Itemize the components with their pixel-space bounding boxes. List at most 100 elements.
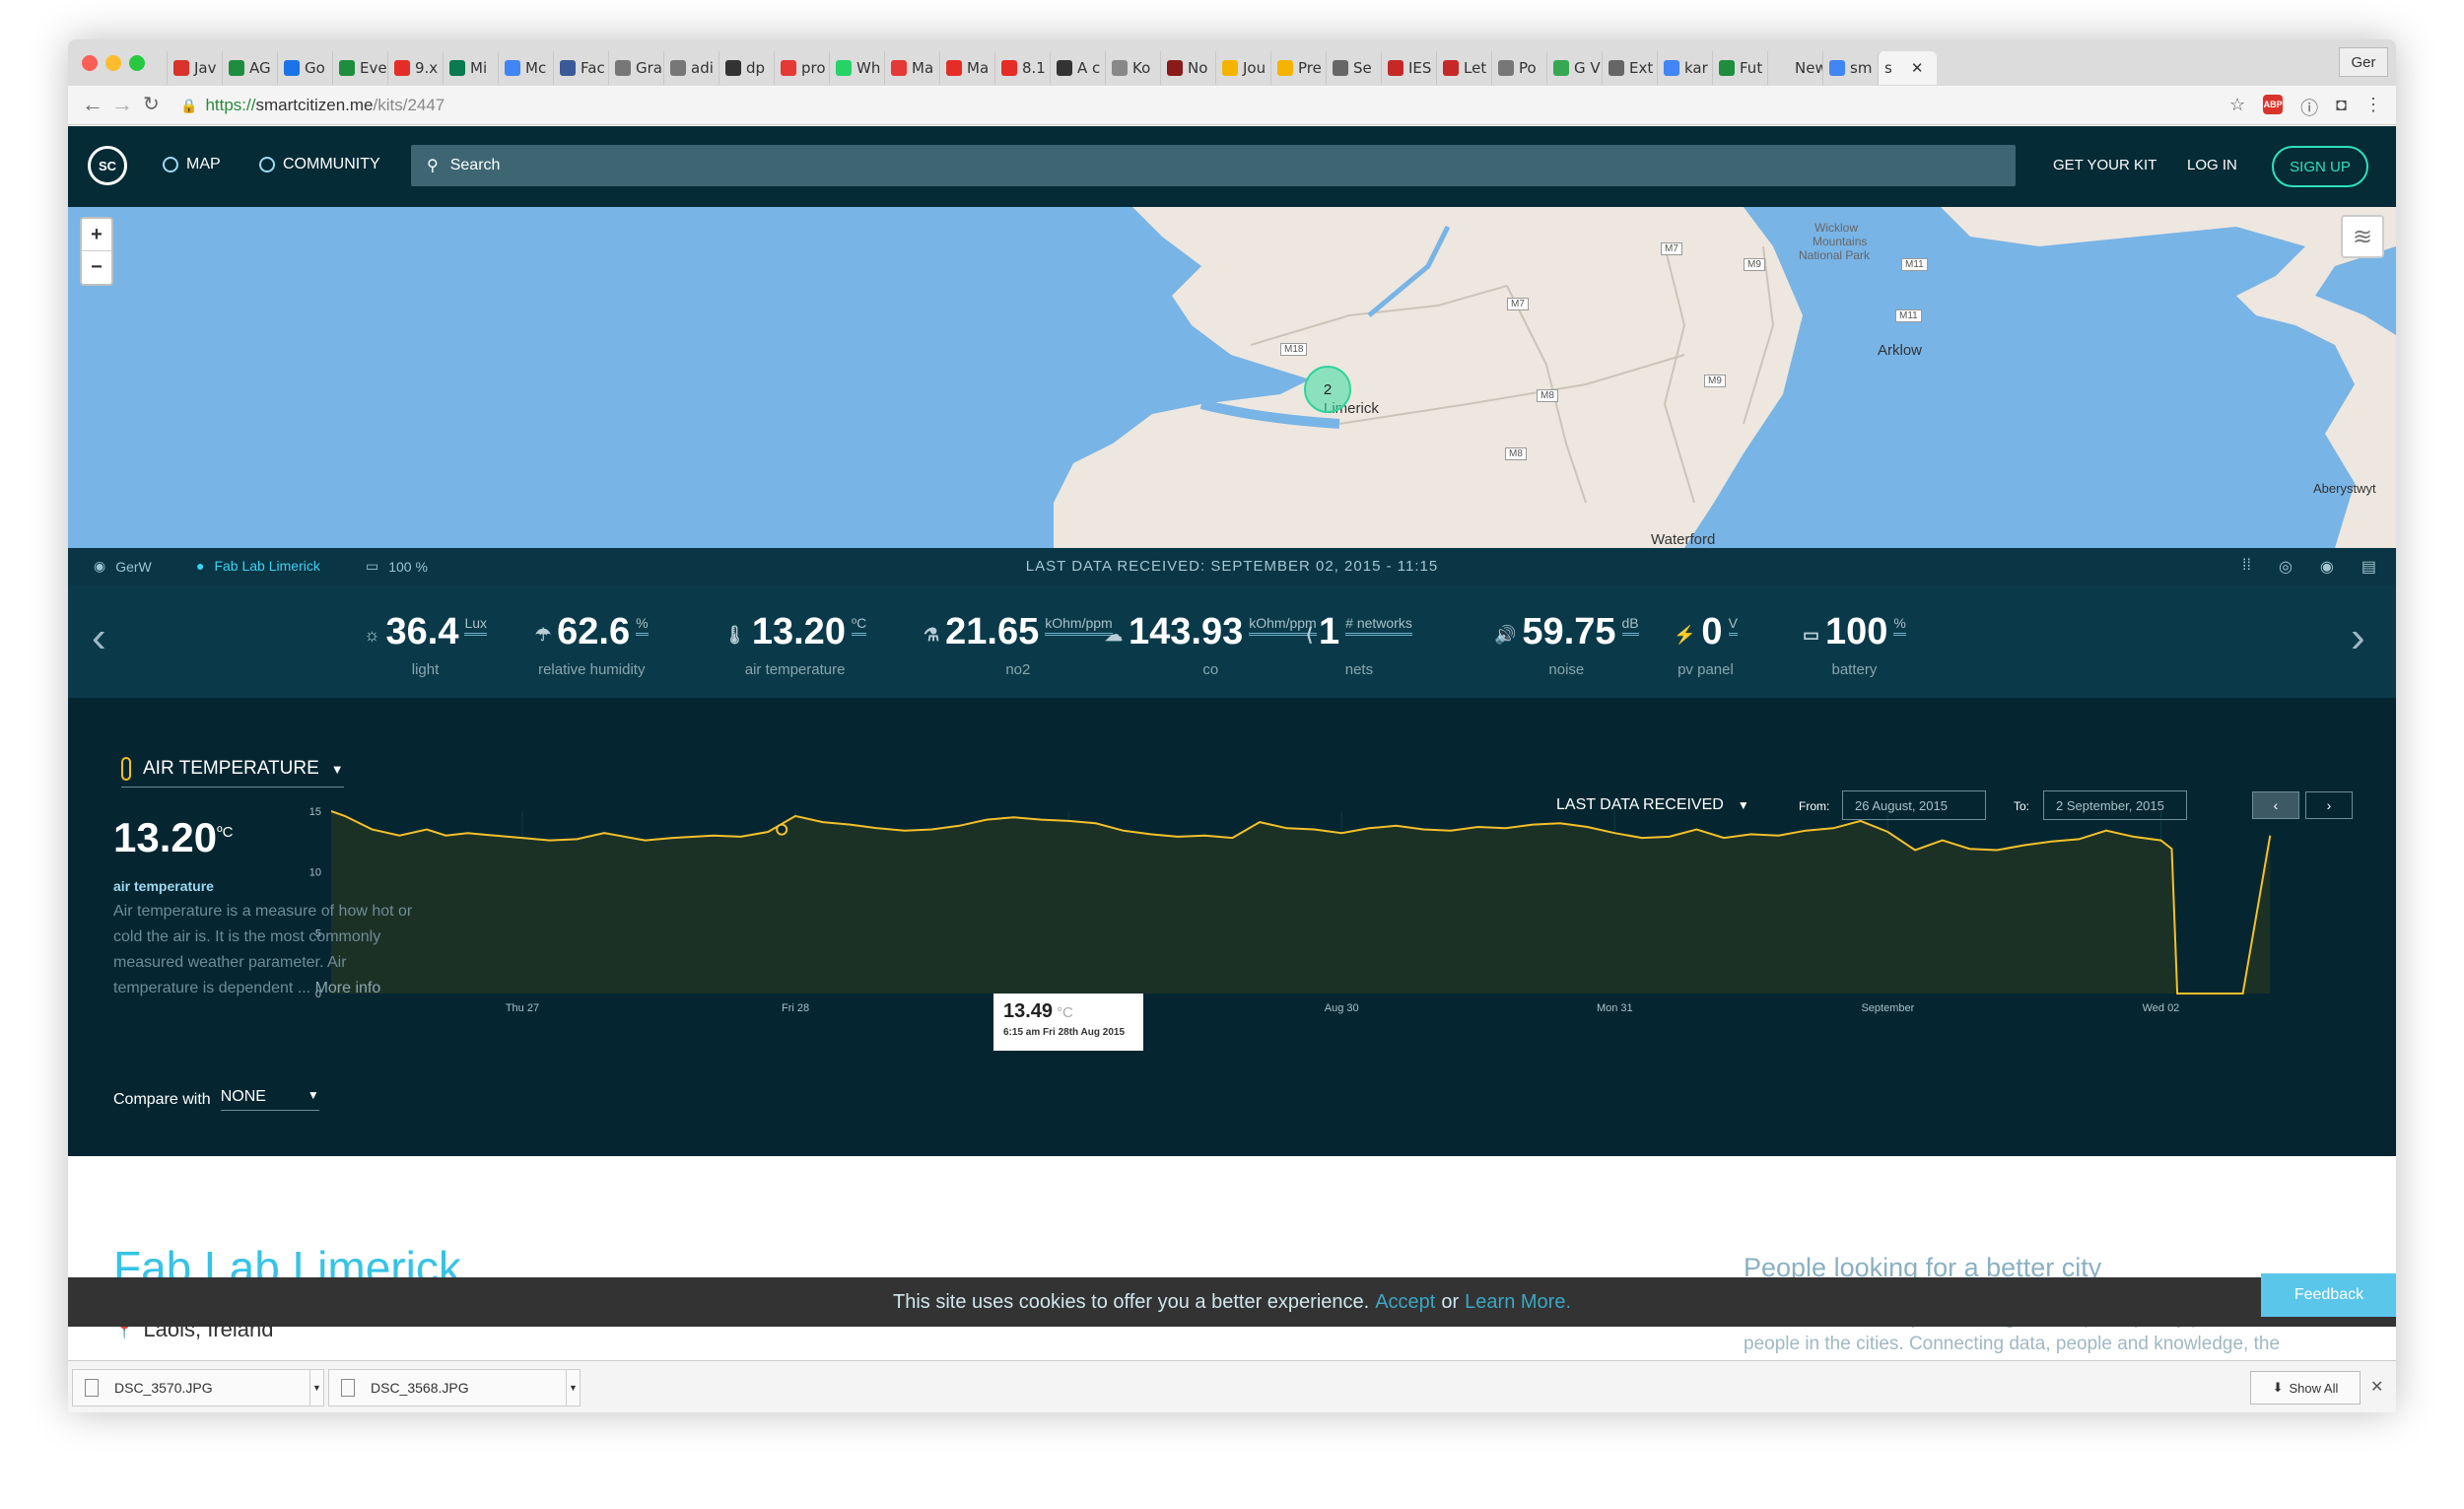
browser-tab[interactable]: No <box>1160 51 1215 85</box>
browser-tab[interactable]: Po <box>1491 51 1546 85</box>
signup-button[interactable]: SIGN UP <box>2272 146 2368 187</box>
browser-tab[interactable]: Eve <box>332 51 387 85</box>
compare-select[interactable]: NONE ▼ <box>220 1088 319 1111</box>
browser-tab[interactable]: Ma <box>939 51 994 85</box>
show-all-button[interactable]: ⬇ Show All <box>2250 1371 2361 1405</box>
profile-button[interactable]: Ger <box>2339 47 2388 77</box>
adblock-icon[interactable]: ABP <box>2263 95 2284 114</box>
more-info-link[interactable]: More info <box>315 980 381 996</box>
browser-tab[interactable]: Se <box>1326 51 1381 85</box>
prev-range-button[interactable]: ‹ <box>2252 791 2299 819</box>
login-link[interactable]: LOG IN <box>2187 157 2237 173</box>
user-circle-icon[interactable]: ◉ <box>2320 557 2334 577</box>
sensor-selector[interactable]: AIR TEMPERATURE ▼ <box>121 757 344 788</box>
close-window-button[interactable] <box>82 55 98 71</box>
browser-tab-active[interactable]: s ✕ <box>1878 51 1937 85</box>
bookmark-star-icon[interactable]: ☆ <box>2229 95 2245 120</box>
browser-tab[interactable]: Ext <box>1602 51 1657 85</box>
browser-tab[interactable]: Let <box>1436 51 1491 85</box>
browser-tab[interactable]: sm <box>1822 51 1878 85</box>
browser-tab[interactable]: Gra <box>608 51 663 85</box>
forward-icon[interactable]: → <box>111 92 133 117</box>
chevron-right-icon[interactable]: › <box>2351 613 2365 662</box>
kit-cluster-marker[interactable]: 2 <box>1304 366 1351 413</box>
sensor-pv-panel[interactable]: ⚡ 0 Vpv panel <box>1674 611 1738 678</box>
cookie-accept-link[interactable]: Accept <box>1375 1291 1435 1314</box>
browser-tab[interactable]: AG <box>222 51 277 85</box>
minimize-window-button[interactable] <box>105 55 121 71</box>
menu-icon[interactable]: ⋮ <box>2364 95 2382 120</box>
browser-tab[interactable]: Pre <box>1270 51 1326 85</box>
range-mode-select[interactable]: LAST DATA RECEIVED ▼ <box>1556 796 1749 814</box>
next-range-button[interactable]: › <box>2305 791 2353 819</box>
sensor-noise[interactable]: 🔊 59.75 dB noise <box>1494 611 1639 678</box>
sensor-chart[interactable]: Thu 27Fri 28Sat 29Aug 30Mon 31SeptemberW… <box>68 698 2396 1156</box>
browser-tab[interactable]: Ma <box>884 51 939 85</box>
close-tab-icon[interactable]: ✕ <box>1911 59 1924 77</box>
download-item[interactable]: DSC_3568.JPG ▼ <box>328 1369 581 1406</box>
browser-tab[interactable]: Jou <box>1215 51 1270 85</box>
sensor-light[interactable]: ☼ 36.4 Lux light <box>364 611 488 678</box>
browser-tab[interactable]: Mc <box>498 51 553 85</box>
sensor-battery[interactable]: ▭ 100% battery <box>1803 611 1906 678</box>
address-bar[interactable]: 🔒 https://smartcitizen.me/kits/2447 <box>180 92 2290 119</box>
browser-tab[interactable]: Fut <box>1712 51 1767 85</box>
browser-tab[interactable]: dp <box>719 51 774 85</box>
from-date-input[interactable]: 26 August, 2015 <box>1842 790 1986 820</box>
nav-map[interactable]: MAP <box>163 156 221 173</box>
browser-tab[interactable]: adi <box>663 51 719 85</box>
browser-tab[interactable]: New T <box>1767 51 1822 85</box>
sensor-no2[interactable]: ⚗ 21.65 kOhm/ppm no2 <box>924 611 1113 678</box>
browser-tab[interactable]: Wh <box>829 51 884 85</box>
layers-icon[interactable]: ≋ <box>2341 215 2384 258</box>
close-icon[interactable]: ✕ <box>2370 1377 2383 1397</box>
pocket-icon[interactable]: ◘ <box>2336 95 2347 120</box>
cookie-learn-more-link[interactable]: Learn More. <box>1465 1291 1571 1314</box>
sensor-label: no2 <box>1005 661 1031 678</box>
browser-tab[interactable]: 8.1 <box>994 51 1050 85</box>
x-tick-label: Mon 31 <box>1597 1002 1633 1014</box>
sensor-unit: kOhm/ppm <box>1045 615 1113 636</box>
chevron-down-icon[interactable]: ▼ <box>309 1370 323 1406</box>
reload-icon[interactable]: ↻ <box>143 92 160 116</box>
browser-tab[interactable]: Ko <box>1105 51 1160 85</box>
browser-tab[interactable]: IES <box>1381 51 1436 85</box>
sensor-relative-humidity[interactable]: ☂ 62.6% relative humidity <box>535 611 649 678</box>
browser-tab[interactable]: pro <box>774 51 829 85</box>
kit-map[interactable]: + − ≋ Limerick Arklow Waterford Wicklow … <box>68 207 2396 548</box>
waveform-icon[interactable]: ⁞⁞ <box>2242 557 2251 577</box>
browser-tab[interactable]: Go <box>277 51 332 85</box>
download-item[interactable]: DSC_3570.JPG ▼ <box>72 1369 324 1406</box>
search-input[interactable] <box>449 157 1929 174</box>
zoom-out-button[interactable]: − <box>82 251 111 284</box>
browser-tab[interactable]: Mi <box>443 51 498 85</box>
browser-tab-label: Jav <box>194 59 217 77</box>
sensor-air-temperature[interactable]: 🌡 13.20 ºC air temperature <box>723 611 867 678</box>
nav-community[interactable]: COMMUNITY <box>259 156 380 173</box>
browser-tab[interactable]: Jav <box>167 51 222 85</box>
smartcitizen-logo[interactable]: SC <box>88 146 127 185</box>
to-date-input[interactable]: 2 September, 2015 <box>2043 790 2187 820</box>
maximize-window-button[interactable] <box>129 55 145 71</box>
browser-tab-label: Se <box>1353 59 1372 77</box>
browser-tab-label: Ma <box>967 59 990 77</box>
target-icon[interactable]: ◎ <box>2279 557 2293 577</box>
browser-tab[interactable]: 9.x <box>387 51 443 85</box>
chat-icon[interactable]: ▤ <box>2361 557 2376 577</box>
back-icon[interactable]: ← <box>82 92 103 117</box>
get-your-kit-link[interactable]: GET YOUR KIT <box>2053 157 2156 173</box>
chevron-left-icon[interactable]: ‹ <box>92 613 106 662</box>
favicon-icon <box>505 60 520 76</box>
browser-tab[interactable]: A c <box>1050 51 1105 85</box>
info-icon[interactable]: ⓘ <box>2300 95 2318 120</box>
search-bar[interactable]: ⚲ <box>411 145 2016 186</box>
zoom-in-button[interactable]: + <box>82 219 111 251</box>
browser-tab[interactable]: kar <box>1657 51 1712 85</box>
browser-tab[interactable]: Fac <box>553 51 608 85</box>
sensor-co[interactable]: ☁ 143.93 kOhm/ppm co <box>1105 611 1317 678</box>
favicon-icon <box>1277 60 1293 76</box>
feedback-button[interactable]: Feedback <box>2261 1273 2396 1317</box>
sensor-nets[interactable]: ⟨ 1 # networks nets <box>1306 611 1412 678</box>
browser-tab[interactable]: G V <box>1546 51 1602 85</box>
chevron-down-icon[interactable]: ▼ <box>566 1370 580 1406</box>
